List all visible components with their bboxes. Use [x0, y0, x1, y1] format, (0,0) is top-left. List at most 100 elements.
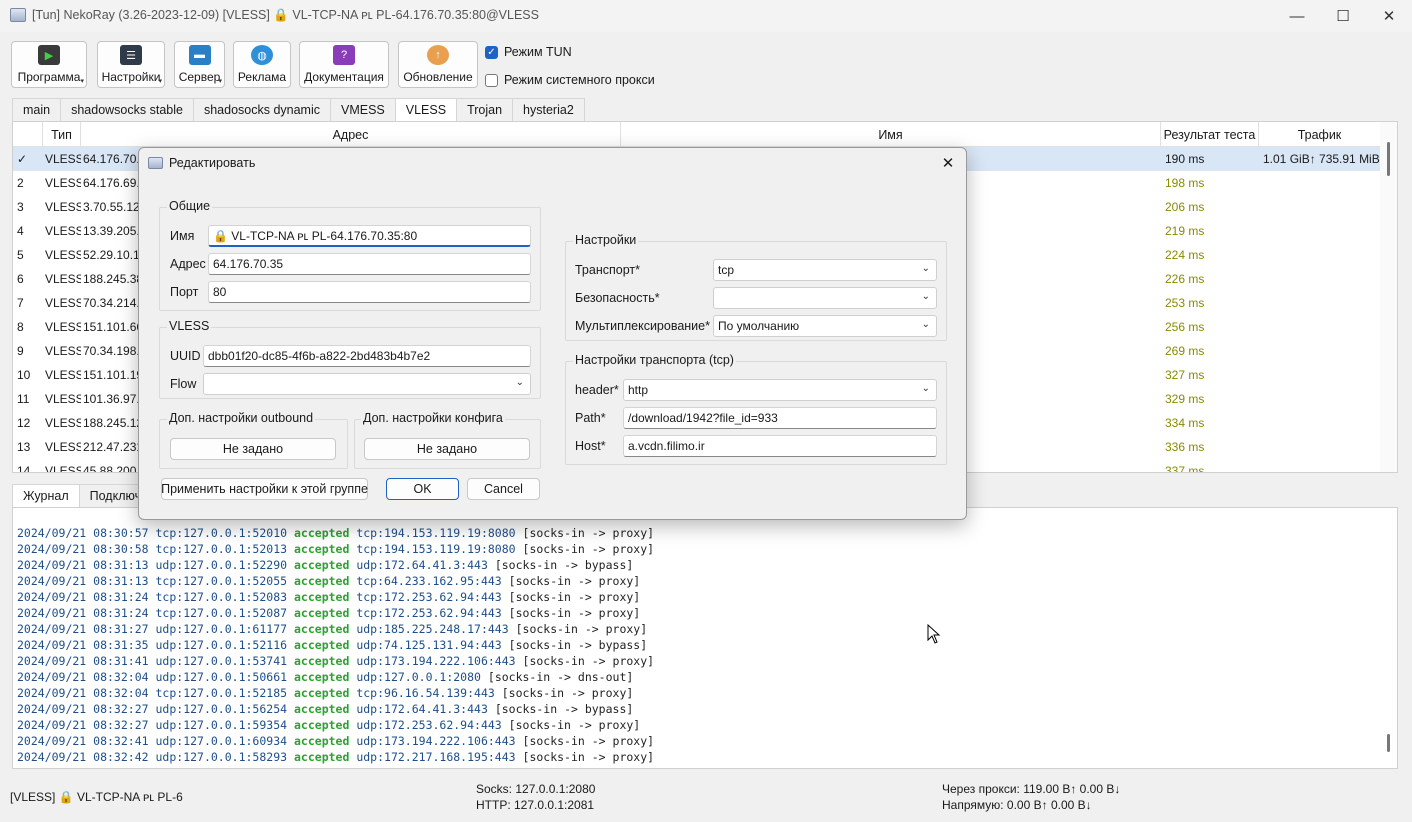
program-button[interactable]: ▶ Программа ▾	[11, 41, 87, 88]
security-select[interactable]: ⌄	[713, 287, 937, 309]
chevron-down-icon: ⌄	[921, 383, 930, 394]
port-field[interactable]: 80	[208, 281, 531, 303]
column-type[interactable]: Тип	[43, 122, 81, 147]
row-type: VLESS	[45, 272, 81, 286]
row-test-result: 337 ms	[1165, 464, 1205, 473]
log-line: 2024/09/21 08:32:04 tcp:127.0.0.1:52185 …	[17, 686, 634, 700]
row-test-result: 206 ms	[1165, 200, 1205, 214]
log-scrollbar[interactable]	[1380, 508, 1397, 768]
row-traffic	[1259, 195, 1381, 219]
log-line: 2024/09/21 08:32:42 udp:127.0.0.1:58293 …	[17, 750, 655, 764]
column-traffic[interactable]: Трафик	[1259, 122, 1381, 147]
tab-vless[interactable]: VLESS	[394, 98, 458, 121]
tab-vmess[interactable]: VMESS	[330, 98, 396, 121]
multiplex-select[interactable]: По умолчанию ⌄	[713, 315, 937, 337]
row-test-result: 269 ms	[1165, 344, 1205, 358]
flow-select[interactable]: ⌄	[203, 373, 531, 395]
header-select[interactable]: http ⌄	[623, 379, 937, 401]
row-test-result: 329 ms	[1165, 392, 1205, 406]
log-line: 2024/09/21 08:31:24 tcp:127.0.0.1:52087 …	[17, 606, 641, 620]
log-line: 2024/09/21 08:32:41 udp:127.0.0.1:60934 …	[17, 734, 655, 748]
row-traffic	[1259, 363, 1381, 387]
ads-button[interactable]: ◍ Реклама	[233, 41, 291, 88]
minimize-button[interactable]: —	[1274, 0, 1320, 32]
uuid-field[interactable]: dbb01f20-dc85-4f6b-a822-2bd483b4b7e2	[203, 345, 531, 367]
row-number: 5	[17, 248, 24, 262]
row-number: 9	[17, 344, 24, 358]
row-type: VLESS	[45, 176, 81, 190]
tab-main[interactable]: main	[12, 98, 62, 121]
chevron-down-icon: ⌄	[515, 377, 524, 388]
row-type: VLESS	[45, 464, 81, 473]
log-line: 2024/09/21 08:30:57 tcp:127.0.0.1:52010 …	[17, 526, 655, 540]
address-field[interactable]: 64.176.70.35	[208, 253, 531, 275]
close-button[interactable]: ✕	[1366, 0, 1412, 32]
settings-button[interactable]: ☰ Настройки ▾	[97, 41, 165, 88]
row-number: 6	[17, 272, 24, 286]
tab-log[interactable]: Журнал	[12, 484, 80, 507]
row-type: VLESS	[45, 152, 81, 166]
server-button[interactable]: ▬ Сервер ▾	[174, 41, 225, 88]
table-scrollbar[interactable]	[1380, 122, 1397, 472]
row-number: 3	[17, 200, 24, 214]
apply-to-group-button[interactable]: Применить настройки к этой группе	[161, 478, 368, 500]
log-line: 2024/09/21 08:31:41 udp:127.0.0.1:53741 …	[17, 654, 655, 668]
log-line: 2024/09/21 08:30:58 tcp:127.0.0.1:52013 …	[17, 542, 655, 556]
column-test-result[interactable]: Результат теста	[1161, 122, 1259, 147]
log-tabs: Журнал Подключ	[12, 484, 153, 507]
row-type: VLESS	[45, 296, 81, 310]
row-test-result: 327 ms	[1165, 368, 1205, 382]
path-field[interactable]: /download/1942?file_id=933	[623, 407, 937, 429]
outbound-settings-button[interactable]: Не задано	[170, 438, 336, 460]
row-traffic	[1259, 435, 1381, 459]
status-http: HTTP: 127.0.0.1:2081	[476, 798, 595, 812]
row-traffic	[1259, 339, 1381, 363]
row-traffic	[1259, 267, 1381, 291]
chevron-down-icon: ⌄	[921, 319, 930, 330]
dialog-close-button[interactable]: ✕	[936, 151, 960, 175]
row-type: VLESS	[45, 224, 81, 238]
transport-select[interactable]: tcp ⌄	[713, 259, 937, 281]
chevron-down-icon: ⌄	[921, 291, 930, 302]
server-icon: ▬	[188, 45, 211, 65]
tab-shadowsocks-stable[interactable]: shadowsocks stable	[60, 98, 194, 121]
row-type: VLESS	[45, 320, 81, 334]
tun-mode-checkbox[interactable]: ✓ Режим TUN	[485, 45, 572, 59]
update-button[interactable]: ↑ Обновление	[398, 41, 478, 88]
row-number: 14	[17, 464, 31, 473]
name-field[interactable]: 🔒 VL-TCP-NA ᴘʟ PL-64.176.70.35:80	[208, 225, 531, 247]
ok-button[interactable]: OK	[386, 478, 459, 500]
row-type: VLESS	[45, 344, 81, 358]
row-traffic	[1259, 171, 1381, 195]
chevron-down-icon: ⌄	[921, 263, 930, 274]
documentation-button[interactable]: ? Документация	[299, 41, 389, 88]
row-type: VLESS	[45, 248, 81, 262]
system-proxy-checkbox[interactable]: Режим системного прокси	[485, 73, 655, 87]
config-settings-button[interactable]: Не задано	[364, 438, 530, 460]
log-line: 2024/09/21 08:31:24 tcp:127.0.0.1:52083 …	[17, 590, 641, 604]
tab-trojan[interactable]: Trojan	[456, 98, 514, 121]
status-bar: [VLESS] 🔒 VL-TCP-NA ᴘʟ PL-6 Socks: 127.0…	[0, 778, 1412, 822]
program-icon: ▶	[38, 45, 60, 65]
help-icon: ?	[333, 45, 355, 65]
maximize-button[interactable]: ☐	[1320, 0, 1366, 32]
tab-shadosocks-dynamic[interactable]: shadosocks dynamic	[192, 98, 331, 121]
row-test-result: 219 ms	[1165, 224, 1205, 238]
column-name[interactable]: Имя	[621, 122, 1161, 147]
log-line: 2024/09/21 08:32:27 udp:127.0.0.1:56254 …	[17, 702, 634, 716]
row-traffic	[1259, 243, 1381, 267]
host-field[interactable]: a.vcdn.filimo.ir	[623, 435, 937, 457]
status-proxy-traffic: Через прокси: 119.00 B↑ 0.00 B↓	[942, 782, 1121, 796]
column-address[interactable]: Адрес	[81, 122, 621, 147]
status-profile: [VLESS] 🔒 VL-TCP-NA ᴘʟ PL-6	[10, 790, 183, 804]
row-type: VLESS	[45, 200, 81, 214]
status-direct-traffic: Напрямую: 0.00 B↑ 0.00 B↓	[942, 798, 1092, 812]
title-bar: [Tun] NekoRay (3.26-2023-12-09) [VLESS] …	[0, 0, 1412, 32]
tab-hysteria2[interactable]: hysteria2	[512, 98, 585, 121]
row-type: VLESS	[45, 440, 81, 454]
row-test-result: 226 ms	[1165, 272, 1205, 286]
row-traffic	[1259, 219, 1381, 243]
settings-icon: ☰	[120, 45, 142, 65]
cancel-button[interactable]: Cancel	[467, 478, 540, 500]
edit-dialog: Редактировать ✕ Общие Имя 🔒 VL-TCP-NA ᴘʟ…	[138, 147, 967, 520]
